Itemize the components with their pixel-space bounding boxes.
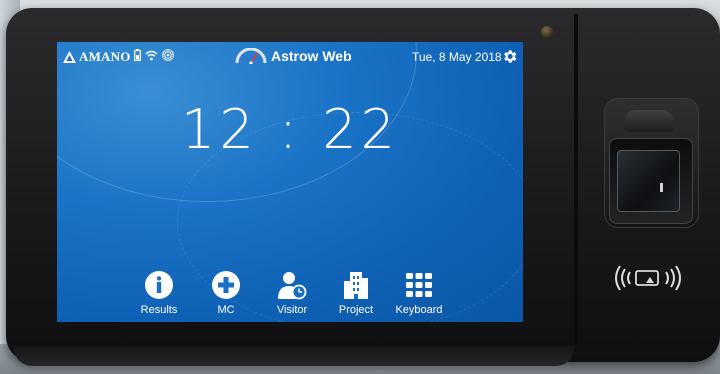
brand: AMANO bbox=[63, 49, 131, 65]
nav-visitor-button[interactable]: Visitor bbox=[262, 270, 322, 318]
fingerprint-led bbox=[660, 183, 663, 192]
nav-mc-label: MC bbox=[217, 304, 235, 316]
wifi-icon bbox=[145, 50, 158, 60]
battery-icon bbox=[134, 49, 141, 61]
visitor-icon bbox=[278, 272, 307, 300]
clock-time: 12 : 22 bbox=[181, 98, 399, 161]
amano-logo-icon bbox=[63, 51, 76, 63]
nfc-reader-icon[interactable] bbox=[610, 262, 686, 294]
keypad-icon bbox=[406, 273, 432, 297]
touch-screen: AMANO Astrow Web Tue, 8 May 2018 12: 22… bbox=[57, 42, 523, 322]
brand-name: AMANO bbox=[79, 49, 131, 64]
status-icons bbox=[134, 49, 174, 61]
bottom-nav: Results MC Visitor Project Keyboard bbox=[129, 270, 459, 318]
gauge-logo-icon bbox=[235, 48, 267, 64]
nfc-signal-icon bbox=[162, 49, 174, 61]
building-icon bbox=[344, 272, 368, 299]
nav-project-label: Project bbox=[338, 304, 374, 316]
nav-visitor-label: Visitor bbox=[276, 304, 308, 316]
status-bar: AMANO Astrow Web Tue, 8 May 2018 bbox=[57, 42, 523, 72]
gear-icon[interactable] bbox=[501, 48, 518, 65]
app-title: Astrow Web bbox=[235, 48, 352, 64]
date-display: Tue, 8 May 2018 bbox=[412, 50, 502, 64]
app-title-text: Astrow Web bbox=[271, 48, 352, 64]
nav-mc-button[interactable]: MC bbox=[196, 270, 256, 318]
fingerprint-sensor[interactable] bbox=[617, 150, 680, 212]
nav-keyboard-button[interactable]: Keyboard bbox=[389, 270, 449, 318]
device-panel-divider bbox=[574, 14, 578, 344]
info-icon bbox=[145, 271, 173, 299]
nav-project-button[interactable]: Project bbox=[326, 270, 386, 318]
nav-results-button[interactable]: Results bbox=[129, 270, 189, 318]
nav-keyboard-label: Keyboard bbox=[395, 304, 443, 316]
camera-lens bbox=[541, 26, 553, 38]
fingerprint-guide bbox=[624, 110, 674, 132]
plus-icon bbox=[212, 271, 240, 299]
device-bottom-lip bbox=[14, 346, 574, 366]
nav-results-label: Results bbox=[140, 304, 178, 316]
